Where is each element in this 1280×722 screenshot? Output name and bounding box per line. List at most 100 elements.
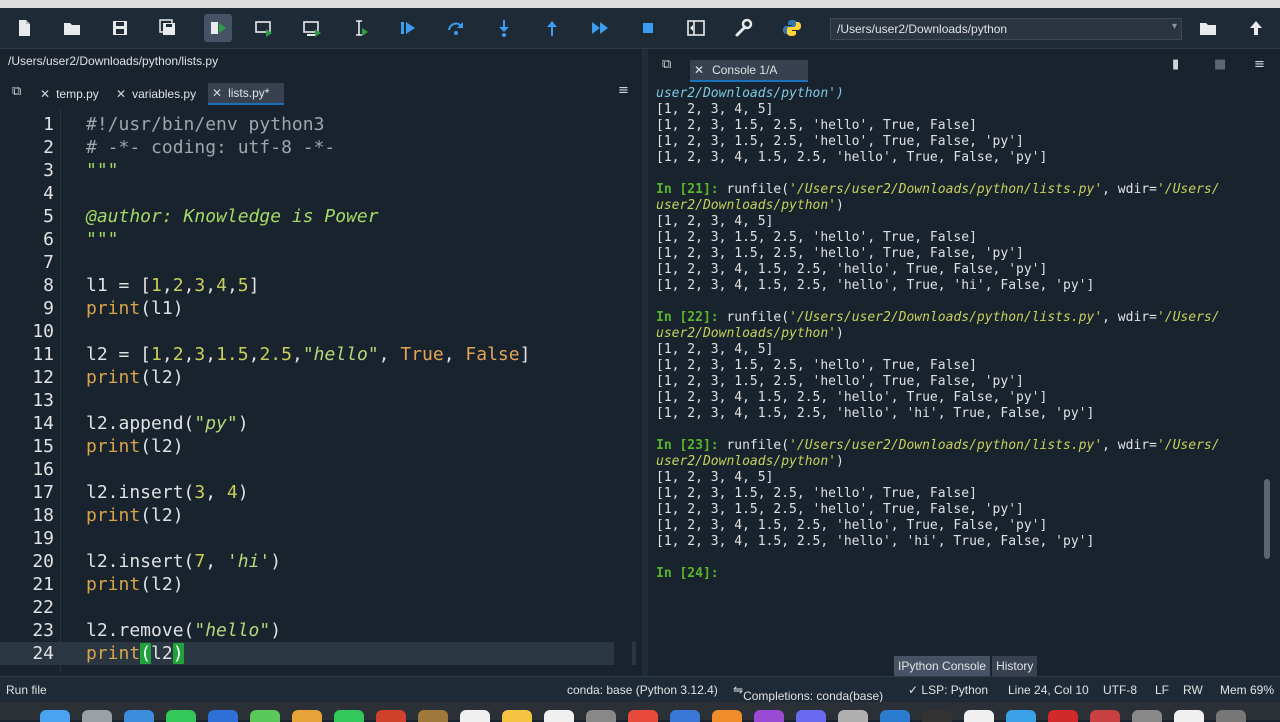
run-file-icon[interactable] <box>204 14 232 42</box>
console-prompt-line[interactable]: In [24]: <box>656 566 1256 582</box>
dock-app-icon[interactable] <box>82 710 112 722</box>
dock-app-icon[interactable] <box>754 710 784 722</box>
open-folder-icon[interactable] <box>58 14 86 42</box>
continue-icon[interactable] <box>586 14 614 42</box>
maximize-pane-icon[interactable] <box>682 14 710 42</box>
code-line[interactable]: 8 l1 = [1,2,3,4,5] <box>0 274 636 297</box>
dock-app-icon[interactable] <box>1216 710 1246 722</box>
code-line[interactable]: 2 # -*- coding: utf-8 -*- <box>0 136 636 159</box>
run-selection-icon[interactable] <box>346 14 374 42</box>
dock-app-icon[interactable] <box>670 710 700 722</box>
step-icon[interactable] <box>442 14 470 42</box>
dock-app-icon[interactable] <box>1006 710 1036 722</box>
tab-temp-py[interactable]: ✕ temp.py <box>36 83 108 105</box>
chevron-down-icon[interactable]: ▾ <box>1172 21 1177 32</box>
dock-app-icon[interactable] <box>796 710 826 722</box>
wrench-icon[interactable] <box>730 14 758 42</box>
code-line[interactable]: 11 l2 = [1,2,3,1.5,2.5,"hello", True, Fal… <box>0 343 636 366</box>
dock-app-icon[interactable] <box>922 710 952 722</box>
code-line[interactable]: 19 <box>0 527 636 550</box>
tab-lists-py[interactable]: ✕ lists.py* <box>208 83 284 105</box>
tab-ipython-console[interactable]: IPython Console <box>894 656 991 676</box>
clear-console-icon[interactable]: ▮ <box>1172 57 1179 72</box>
code-line[interactable]: 21 print(l2) <box>0 573 636 596</box>
python-path-icon[interactable] <box>778 14 806 42</box>
dock-app-icon[interactable] <box>334 710 364 722</box>
close-icon[interactable]: ✕ <box>40 87 50 101</box>
dock-app-icon[interactable] <box>40 710 70 722</box>
run-cell-advance-icon[interactable] <box>298 14 326 42</box>
tab-history[interactable]: History <box>992 656 1038 676</box>
save-all-icon[interactable] <box>154 14 182 42</box>
tab-console-1a[interactable]: ✕ Console 1/A <box>690 60 808 82</box>
code-line[interactable]: 16 <box>0 458 636 481</box>
dock-app-icon[interactable] <box>838 710 868 722</box>
code-line[interactable]: 3 """ <box>0 159 636 182</box>
dock-app-icon[interactable] <box>292 710 322 722</box>
dock-app-icon[interactable] <box>376 710 406 722</box>
dock-app-icon[interactable] <box>1048 710 1078 722</box>
tab-variables-py[interactable]: ✕ variables.py <box>112 83 208 105</box>
debug-icon[interactable] <box>394 14 422 42</box>
dock-app-icon[interactable] <box>502 710 532 722</box>
close-icon[interactable]: ✕ <box>116 87 126 101</box>
dock-app-icon[interactable] <box>544 710 574 722</box>
dock-app-icon[interactable] <box>124 710 154 722</box>
browse-folder-icon[interactable] <box>1194 14 1222 42</box>
code-line[interactable]: 5 @author: Knowledge is Power <box>0 205 636 228</box>
dock-app-icon[interactable] <box>166 710 196 722</box>
pane-options-icon[interactable]: ≡ <box>1254 57 1265 72</box>
code-line[interactable]: 4 <box>0 182 636 205</box>
close-icon[interactable]: ✕ <box>694 63 704 77</box>
close-icon[interactable]: ✕ <box>212 86 222 100</box>
dock-app-icon[interactable] <box>208 710 238 722</box>
console-input-continuation: user2/Downloads/python') <box>656 454 844 469</box>
step-return-icon[interactable] <box>538 14 566 42</box>
new-file-icon[interactable] <box>10 14 38 42</box>
code-line[interactable]: 1 #!/usr/bin/env python3 <box>0 113 636 136</box>
status-conda-env[interactable]: conda: base (Python 3.12.4) <box>567 683 718 697</box>
dock-app-icon[interactable] <box>460 710 490 722</box>
code-line[interactable]: 18 print(l2) <box>0 504 636 527</box>
stop-icon[interactable] <box>634 14 662 42</box>
pane-options-icon[interactable]: ≡ <box>618 83 629 98</box>
code-editor[interactable]: 1 #!/usr/bin/env python3 2 # -*- coding: ut… <box>0 109 636 673</box>
ipython-console-output[interactable]: user2/Downloads/python') [1, 2, 3, 4, 5]… <box>656 86 1256 656</box>
run-cell-icon[interactable] <box>250 14 278 42</box>
dock-app-icon[interactable] <box>250 710 280 722</box>
console-scrollbar[interactable] <box>1264 479 1270 559</box>
dock-app-icon[interactable] <box>418 710 448 722</box>
step-into-icon[interactable] <box>490 14 518 42</box>
code-line[interactable]: 6 """ <box>0 228 636 251</box>
browse-tabs-icon[interactable]: ⧉ <box>662 57 671 72</box>
code-line[interactable]: 12 print(l2) <box>0 366 636 389</box>
stop-kernel-icon[interactable]: ■ <box>1214 57 1226 72</box>
browse-tabs-icon[interactable]: ⧉ <box>12 84 21 99</box>
code-line[interactable]: 9 print(l1) <box>0 297 636 320</box>
code-line[interactable]: 10 <box>0 320 636 343</box>
code-line[interactable]: 20 l2.insert(7, 'hi') <box>0 550 636 573</box>
code-line[interactable]: 22 <box>0 596 636 619</box>
status-completions[interactable]: ⇋ Completions: conda(base) <box>733 683 883 703</box>
code-line[interactable]: 14 l2.append("py") <box>0 412 636 435</box>
dock-app-icon[interactable] <box>586 710 616 722</box>
code-line[interactable]: 23 l2.remove("hello") <box>0 619 636 642</box>
dock-app-icon[interactable] <box>1174 710 1204 722</box>
working-directory-combo[interactable]: /Users/user2/Downloads/python ▾ <box>830 18 1182 40</box>
parent-directory-icon[interactable] <box>1242 14 1270 42</box>
code-line[interactable]: 24 print(l2) <box>0 642 636 665</box>
dock-app-icon[interactable] <box>880 710 910 722</box>
save-icon[interactable] <box>106 14 134 42</box>
dock-app-icon[interactable] <box>628 710 658 722</box>
code-line[interactable]: 15 print(l2) <box>0 435 636 458</box>
dock-app-icon[interactable] <box>1132 710 1162 722</box>
dock-app-icon[interactable] <box>712 710 742 722</box>
editor-scrollbar[interactable] <box>614 109 632 669</box>
status-lsp[interactable]: ✓ LSP: Python <box>908 683 988 697</box>
dock-app-icon[interactable] <box>1090 710 1120 722</box>
code-line[interactable]: 13 <box>0 389 636 412</box>
dock-app-icon[interactable] <box>964 710 994 722</box>
completions-text: Completions: conda(base) <box>743 689 884 703</box>
code-line[interactable]: 7 <box>0 251 636 274</box>
code-line[interactable]: 17 l2.insert(3, 4) <box>0 481 636 504</box>
